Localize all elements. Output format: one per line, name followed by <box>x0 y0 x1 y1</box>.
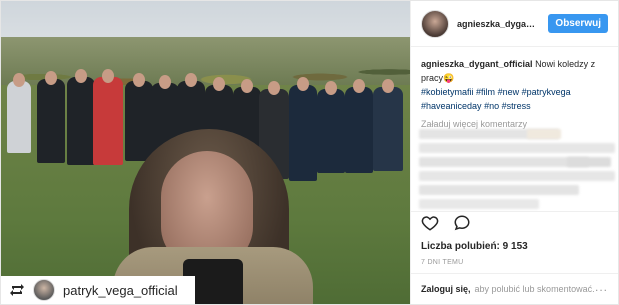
repost-overlay: patryk_vega_official <box>1 276 195 304</box>
comment-icon[interactable] <box>453 214 471 232</box>
repost-avatar <box>33 279 55 301</box>
hashtag-link[interactable]: #haveaniceday <box>421 101 482 111</box>
post-actions <box>411 211 618 233</box>
author-username[interactable]: agnieszka_dygant_off <box>457 19 540 29</box>
author-avatar[interactable] <box>421 9 449 38</box>
hashtag-link[interactable]: #new <box>498 87 520 97</box>
login-link[interactable]: Zaloguj się, <box>421 284 471 294</box>
post-header: agnieszka_dygant_off Obserwuj <box>411 1 618 47</box>
login-text: aby polubić lub skomentować. <box>474 284 595 294</box>
post-time: 7 DNI TEMU <box>421 259 464 266</box>
instagram-post: patryk_vega_official agnieszka_dygant_of… <box>0 0 619 305</box>
more-options-icon[interactable]: ... <box>595 280 608 294</box>
post-sidebar: agnieszka_dygant_off Obserwuj agnieszka_… <box>410 1 618 304</box>
repost-username: patryk_vega_official <box>63 282 178 298</box>
hashtag-link[interactable]: #patrykvega <box>522 87 571 97</box>
load-more-comments-link[interactable]: Załaduj więcej komentarzy <box>411 113 618 129</box>
post-caption: agnieszka_dygant_official Nowi koledzy z… <box>411 47 618 113</box>
heart-icon[interactable] <box>421 214 439 232</box>
likes-value: 9 153 <box>502 241 528 252</box>
login-prompt: Zaloguj się, aby polubić lub skomentować… <box>411 273 618 304</box>
hashtag-link[interactable]: #stress <box>502 101 531 111</box>
hashtag-link[interactable]: #kobietymafii <box>421 87 474 97</box>
blurred-comments <box>419 129 615 211</box>
caption-username[interactable]: agnieszka_dygant_official <box>421 59 533 69</box>
follow-button[interactable]: Obserwuj <box>548 14 608 33</box>
post-photo[interactable]: patryk_vega_official <box>1 1 410 304</box>
hashtag-link[interactable]: #film <box>476 87 495 97</box>
likes-count: Liczba polubień: 9 153 <box>421 241 528 252</box>
caption-emoji: 😜 <box>443 73 455 83</box>
repost-icon <box>9 282 25 298</box>
likes-label: Liczba polubień: <box>421 241 500 252</box>
hashtag-link[interactable]: #no <box>484 101 499 111</box>
